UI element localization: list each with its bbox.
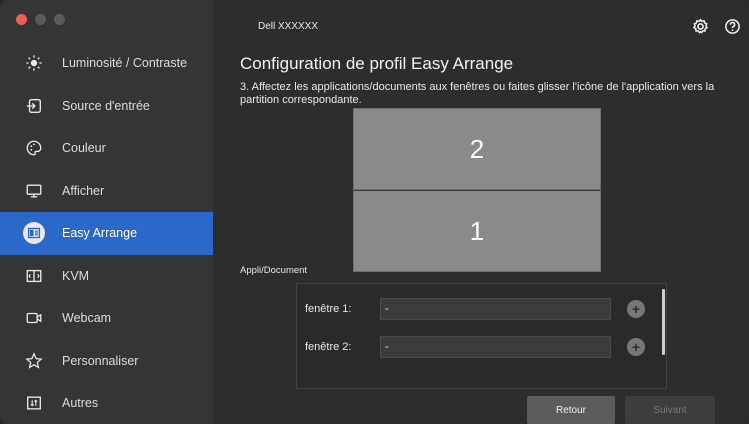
sidebar-item-label: Autres	[62, 396, 99, 411]
sidebar-item-webcam[interactable]: Webcam	[0, 297, 213, 340]
instruction-text: 3. Affectez les applications/documents a…	[240, 81, 715, 106]
page-title: Configuration de profil Easy Arrange	[240, 54, 514, 73]
sidebar-item-color[interactable]: Couleur	[0, 127, 213, 170]
partition-number: 1	[469, 215, 485, 246]
app-document-label: Appli/Document	[240, 265, 308, 276]
close-window-button[interactable]	[16, 14, 27, 25]
add-app-window-2-button[interactable]: +	[627, 338, 645, 356]
window-label: fenêtre 2:	[305, 341, 352, 353]
color-palette-icon	[24, 138, 44, 158]
window-label: fenêtre 1:	[305, 303, 352, 315]
sidebar: Luminosité / Contraste Source d'entrée C…	[0, 0, 213, 424]
sidebar-item-label: Couleur	[62, 141, 106, 156]
assignment-scrollbar[interactable]	[662, 289, 665, 355]
app-title: Dell XXXXXX	[258, 21, 319, 32]
sidebar-item-label: KVM	[62, 268, 90, 283]
sidebar-item-label: Webcam	[62, 311, 112, 326]
minimize-window-button[interactable]	[35, 14, 46, 25]
window-1-app-field[interactable]: -	[380, 298, 611, 320]
partition-number: 2	[469, 133, 485, 164]
sidebar-item-others[interactable]: Autres	[0, 382, 213, 424]
sidebar-item-easy-arrange[interactable]: Easy Arrange	[0, 212, 213, 255]
display-monitor-icon	[24, 181, 44, 201]
window-controls	[16, 14, 65, 25]
brightness-icon	[24, 53, 44, 73]
input-source-icon	[24, 96, 44, 116]
easy-arrange-icon	[23, 222, 45, 245]
add-app-window-1-button[interactable]: +	[627, 300, 645, 318]
sidebar-item-display[interactable]: Afficher	[0, 170, 213, 213]
sidebar-nav: Luminosité / Contraste Source d'entrée C…	[0, 42, 213, 424]
kvm-icon	[24, 266, 44, 286]
partition-2[interactable]: 2	[353, 108, 601, 190]
sidebar-item-label: Afficher	[62, 183, 105, 198]
window-2-app-field[interactable]: -	[380, 336, 611, 358]
next-button[interactable]: Suivant	[625, 396, 715, 424]
partition-1[interactable]: 1	[353, 190, 601, 272]
back-button[interactable]: Retour	[527, 396, 615, 424]
sidebar-item-label: Personnaliser	[62, 353, 139, 368]
window-assignment-row: fenêtre 2: -	[305, 336, 611, 358]
help-icon[interactable]	[723, 17, 741, 35]
star-icon	[24, 351, 44, 371]
sidebar-item-kvm[interactable]: KVM	[0, 255, 213, 298]
window-assignment-row: fenêtre 1: -	[305, 298, 611, 320]
sidebar-item-customize[interactable]: Personnaliser	[0, 340, 213, 383]
sidebar-item-brightness-contrast[interactable]: Luminosité / Contraste	[0, 42, 213, 85]
app-window: Luminosité / Contraste Source d'entrée C…	[0, 0, 749, 424]
webcam-icon	[24, 308, 44, 328]
sidebar-item-label: Easy Arrange	[62, 226, 138, 241]
sidebar-item-label: Source d'entrée	[62, 98, 150, 113]
settings-gear-icon[interactable]	[691, 17, 709, 35]
sidebar-item-label: Luminosité / Contraste	[62, 56, 188, 71]
others-icon	[24, 393, 44, 413]
zoom-window-button[interactable]	[54, 14, 65, 25]
window-assignment-list: fenêtre 1: - + fenêtre 2: - +	[296, 283, 667, 389]
sidebar-item-input-source[interactable]: Source d'entrée	[0, 85, 213, 128]
